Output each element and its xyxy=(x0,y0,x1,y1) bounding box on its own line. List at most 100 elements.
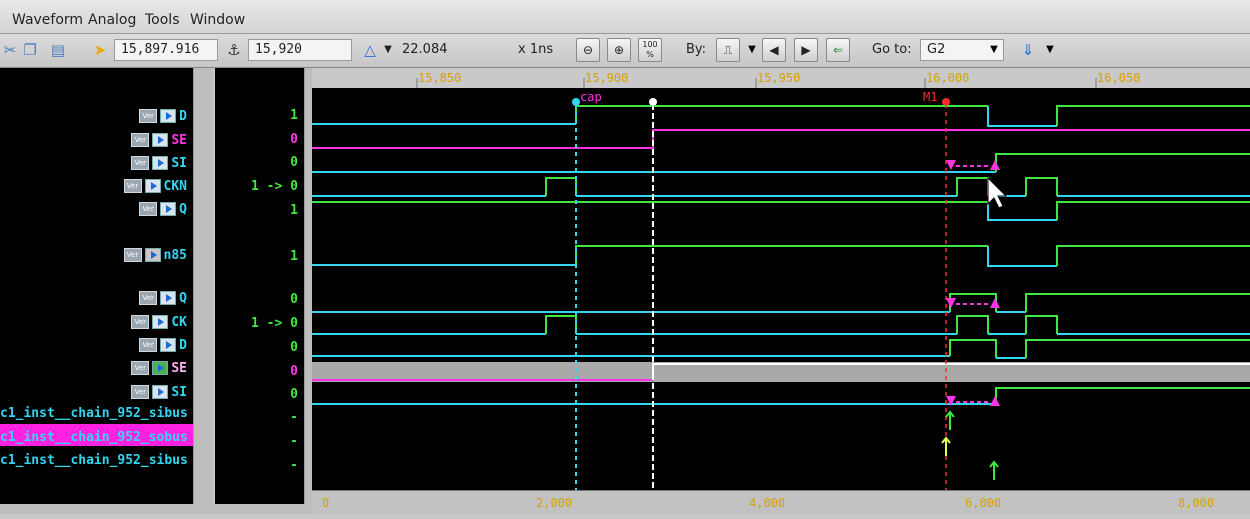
signal-row[interactable]: Ver n85 xyxy=(123,245,187,265)
goto-label: Go to: xyxy=(872,42,912,57)
net-icon xyxy=(144,248,161,262)
signal-row[interactable]: Ver CKN xyxy=(123,176,187,196)
verilog-badge: Ver xyxy=(131,156,150,170)
input-port-icon xyxy=(152,156,169,170)
by-label: By: xyxy=(686,42,707,57)
event-arrows xyxy=(941,410,999,480)
m1-marker-label: M1 xyxy=(923,90,937,104)
bus-signal-name[interactable]: c1_inst__chain_952_sobus xyxy=(0,430,188,445)
download-icon[interactable]: ⇓ xyxy=(1018,40,1038,60)
bottom-overview-ruler[interactable]: 0 2,000 4,000 6,000 8,000 xyxy=(312,490,1250,515)
time-scale: x 1ns xyxy=(518,42,554,57)
zoom-100-button[interactable]: 100 % xyxy=(638,38,662,62)
signal-name: SI xyxy=(171,155,187,171)
signal-name: CK xyxy=(171,314,187,330)
delta-dropdown-icon[interactable]: ▼ xyxy=(378,40,398,60)
verilog-badge: Ver xyxy=(139,109,158,123)
signal-name: Q xyxy=(179,290,187,306)
waveforms xyxy=(312,105,1250,405)
overview-label: 6,000 xyxy=(965,496,1001,510)
cap-marker-label: cap xyxy=(580,90,602,104)
verilog-badge: Ver xyxy=(123,248,142,262)
signal-value: 1 xyxy=(290,203,298,218)
signal-value: 1 xyxy=(290,249,298,264)
ruler-label: 15,950 xyxy=(757,71,800,85)
signal-row-selected[interactable]: Ver SE xyxy=(131,358,187,378)
signal-values-pane: 1 0 0 1 -> 0 1 1 0 1 -> 0 0 0 0 - - - xyxy=(215,68,304,504)
waveform-pane[interactable]: 15,850 15,900 15,950 16,000 16,050 cap M… xyxy=(312,68,1250,492)
ruler-label: 15,900 xyxy=(585,71,628,85)
waveform-canvas[interactable]: 15,850 15,900 15,950 16,000 16,050 cap M… xyxy=(312,68,1250,492)
input-port-icon xyxy=(160,109,177,123)
mouse-pointer-icon xyxy=(987,176,1008,209)
signal-name: D xyxy=(179,337,187,353)
marker-icon[interactable]: ⚓ xyxy=(224,40,244,60)
bus-signal-name[interactable]: c1_inst__chain_952_sibus xyxy=(0,406,188,421)
verilog-badge: Ver xyxy=(131,361,150,375)
output-port-icon xyxy=(160,202,177,216)
signal-row[interactable]: Ver Q xyxy=(139,288,187,308)
bus-value: - xyxy=(290,434,298,449)
toolbar: ✂ ❐ ▤ ➤ 15,897.916 ⚓ 15,920 △ ▼ 22.084 x… xyxy=(0,34,1250,68)
ruler-label: 16,050 xyxy=(1097,71,1140,85)
signal-row[interactable]: Ver SE xyxy=(131,130,187,150)
verilog-badge: Ver xyxy=(123,179,142,193)
verilog-badge: Ver xyxy=(139,202,158,216)
zoom-in-button[interactable]: ⊕ xyxy=(607,38,631,62)
next-edge-button[interactable]: ▶ xyxy=(794,38,818,62)
signal-name: SE xyxy=(171,360,187,376)
bus-value: - xyxy=(290,458,298,473)
menu-window[interactable]: Window xyxy=(190,12,245,28)
edge-type-button[interactable]: ⎍ xyxy=(716,38,740,62)
signal-row[interactable]: Ver D xyxy=(139,335,187,355)
input-port-icon xyxy=(160,338,177,352)
signal-name: D xyxy=(179,108,187,124)
menu-analog[interactable]: Analog xyxy=(88,12,136,28)
delta-icon: △ xyxy=(364,41,376,59)
signal-row[interactable]: Ver SI xyxy=(131,153,187,173)
overview-label: 0 xyxy=(322,496,329,510)
input-port-icon xyxy=(152,133,169,147)
bus-signal-name[interactable]: c1_inst__chain_952_sibus xyxy=(0,453,188,468)
menu-waveform[interactable]: Waveform xyxy=(12,12,83,28)
overview-label: 2,000 xyxy=(536,496,572,510)
signal-name: Q xyxy=(179,201,187,217)
overview-label: 4,000 xyxy=(749,496,785,510)
cursor-time-field[interactable]: 15,897.916 xyxy=(114,39,218,61)
cursor-pointer-icon[interactable]: ➤ xyxy=(90,40,110,60)
goto-dropdown-icon[interactable]: ▼ xyxy=(984,40,1004,60)
signal-value: 0 xyxy=(290,364,298,379)
signal-value: 0 xyxy=(290,387,298,402)
copy-icon[interactable]: ❐ xyxy=(20,40,40,60)
signal-row[interactable]: Ver Q xyxy=(139,199,187,219)
verilog-badge: Ver xyxy=(139,338,158,352)
ruler-label: 16,000 xyxy=(926,71,969,85)
signal-row[interactable]: Ver CK xyxy=(131,312,187,332)
input-port-icon xyxy=(144,179,161,193)
input-port-icon xyxy=(152,361,169,375)
verilog-badge: Ver xyxy=(131,315,150,329)
zoom-out-button[interactable]: ⊖ xyxy=(576,38,600,62)
signal-value: 1 -> 0 xyxy=(251,179,298,194)
paste-icon[interactable]: ▤ xyxy=(48,40,68,60)
signal-row[interactable]: Ver SI xyxy=(131,382,187,402)
edge-dropdown-icon[interactable]: ▼ xyxy=(742,40,762,60)
menu-tools[interactable]: Tools xyxy=(145,12,180,28)
bus-value: - xyxy=(290,410,298,425)
download-dropdown-icon[interactable]: ▼ xyxy=(1040,40,1060,60)
goto-edge-button[interactable]: ⇐ xyxy=(826,38,850,62)
marker-time-field[interactable]: 15,920 xyxy=(248,39,352,61)
signal-row[interactable]: Ver D xyxy=(139,106,187,126)
output-port-icon xyxy=(160,291,177,305)
signal-value: 0 xyxy=(290,155,298,170)
verilog-badge: Ver xyxy=(139,291,158,305)
delta-value: 22.084 xyxy=(402,42,448,57)
prev-edge-button[interactable]: ◀ xyxy=(762,38,786,62)
signal-name: SI xyxy=(171,384,187,400)
menu-bar: Waveform Analog Tools Window xyxy=(0,0,1250,34)
values-scrollbar[interactable] xyxy=(304,68,312,504)
ruler-label: 15,850 xyxy=(418,71,461,85)
cut-icon[interactable]: ✂ xyxy=(0,40,20,60)
signal-name: CKN xyxy=(163,178,187,194)
names-scrollbar[interactable] xyxy=(193,68,213,504)
